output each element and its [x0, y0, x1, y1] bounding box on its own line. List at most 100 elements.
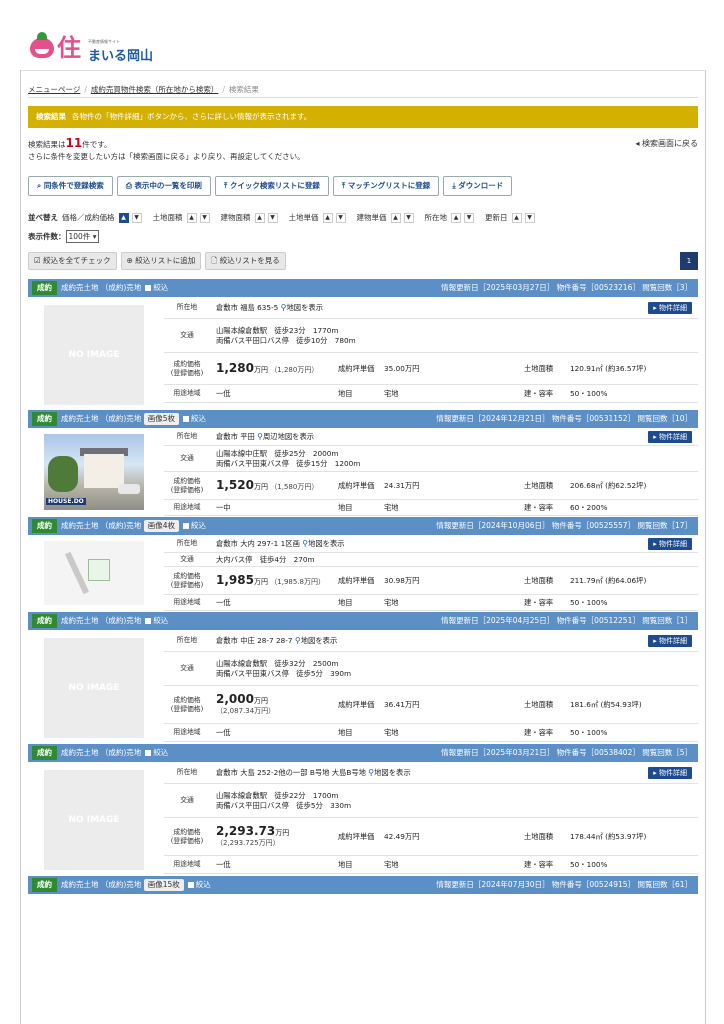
sort-desc-button[interactable]: ▼ — [464, 212, 474, 223]
listing-header: 成約 成約売土地 （成約)売地 絞込 情報更新日［2025年03月27日］ 物件番号… — [28, 279, 698, 297]
add-to-list-button[interactable]: ⊕ 絞込リストに追加 — [120, 252, 202, 270]
sort-label: 並べ替え — [28, 213, 58, 222]
sort-bar: 並べ替え 価格／成約価格 ▲ ▼ 土地面積 ▲ ▼ 建物面積 ▲ ▼ 土地単価 ▲ ▼ 建物単価… — [28, 212, 546, 223]
listing-card: 成約 成約売土地 （成約)売地 画像15枚 絞込 情報更新日［2024年07月30日… — [28, 876, 698, 894]
download-button[interactable]: ⤓ ダウンロード — [443, 176, 513, 196]
sort-asc-button[interactable]: ▲ — [186, 212, 197, 223]
result-banner: 検索結果 各物件の「物件詳細」ボタンから、さらに詳しい情報が表示されます。 — [28, 106, 698, 128]
price-value: 2,293.73 — [216, 823, 276, 838]
map-link[interactable]: 地図を表示 — [301, 636, 337, 645]
no-image-placeholder[interactable]: NO IMAGE — [44, 638, 144, 738]
sort-asc-button[interactable]: ▲ — [390, 212, 401, 223]
property-photo[interactable]: HOUSE.DO — [44, 434, 144, 510]
price-value: 1,520 — [216, 477, 254, 492]
location-value: 倉敷市 平田 — [216, 431, 255, 441]
listing-header: 成約 成約売土地 （成約)売地 画像4枚 絞込 情報更新日［2024年10月06日］… — [28, 517, 698, 535]
view-list-button[interactable]: 🗋 絞込リストを見る — [205, 252, 286, 270]
price-value: 1,280 — [216, 360, 254, 375]
narrow-checkbox[interactable] — [145, 285, 152, 291]
property-detail-button[interactable]: ▸ 物件詳細 — [648, 537, 692, 550]
listing-card: 成約 成約売土地 （成約)売地 画像4枚 絞込 情報更新日［2024年10月06日］… — [28, 517, 698, 613]
listing-card: 成約 成約売土地 （成約)売地 絞込 情報更新日［2025年04月25日］ 物件番号… — [28, 612, 698, 760]
listing-card: 成約 成約売土地 （成約)売地 絞込 情報更新日［2025年03月21日］ 物件番号… — [28, 744, 698, 892]
listing-meta: 情報更新日［2025年03月27日］ 物件番号［00523216］ 閲覧回数［3… — [441, 283, 692, 292]
sort-asc-button[interactable]: ▲ — [451, 212, 461, 223]
status-badge: 成約 — [32, 614, 57, 628]
sort-asc-button[interactable]: ▲ — [254, 212, 265, 223]
map-link[interactable]: 地図を表示 — [287, 303, 323, 312]
narrow-checkbox[interactable] — [145, 750, 152, 756]
status-badge: 成約 — [32, 746, 57, 760]
status-badge: 成約 — [32, 878, 57, 892]
no-image-placeholder[interactable]: NO IMAGE — [44, 770, 144, 870]
location-value: 倉敷市 中庄 28-7 28-7 — [216, 635, 293, 645]
listing-header: 成約 成約売土地 （成約)売地 絞込 情報更新日［2025年03月21日］ 物件番号… — [28, 744, 698, 762]
image-count-badge: 画像5枚 — [143, 413, 179, 425]
narrow-checkbox[interactable] — [187, 882, 194, 888]
listing-meta: 情報更新日［2024年10月06日］ 物件番号［00525557］ 閲覧回数［1… — [436, 521, 692, 530]
search-icon: ⌕ — [37, 181, 44, 190]
sort-desc-button[interactable]: ▼ — [199, 212, 210, 223]
action-toolbar: ⌕ 同条件で登録検索 ⎙ 表示中の一覧を印刷 ⤒ クイック検索リストに登録 ⤒ … — [28, 176, 513, 196]
logo-name: まいる岡山 — [88, 49, 154, 64]
no-image-placeholder[interactable]: NO IMAGE — [44, 305, 144, 405]
narrow-checkbox[interactable] — [182, 523, 189, 529]
breadcrumb: メニューページ / 成約売買物件検索（所在地から検索） / 検索結果 — [28, 85, 259, 94]
per-page-select[interactable]: 100件 ▾ — [65, 230, 100, 243]
map-link[interactable]: 地図を表示 — [308, 539, 344, 548]
sort-desc-button[interactable]: ▼ — [267, 212, 278, 223]
listing-header: 成約 成約売土地 （成約)売地 絞込 情報更新日［2025年04月25日］ 物件番号… — [28, 612, 698, 630]
price-value: 1,985 — [216, 572, 254, 587]
quick-list-button[interactable]: ⤒ クイック検索リストに登録 — [214, 176, 329, 196]
mascot-icon — [30, 32, 54, 58]
listing-header: 成約 成約売土地 （成約)売地 画像15枚 絞込 情報更新日［2024年07月30日… — [28, 876, 698, 894]
property-detail-button[interactable]: ▸ 物件詳細 — [648, 430, 692, 443]
property-photo[interactable] — [44, 541, 144, 605]
banner-title: 検索結果 — [36, 112, 66, 121]
back-to-search-button[interactable]: ◂ 検索画面に戻る — [635, 138, 698, 149]
per-page: 表示件数： 100件 ▾ — [28, 230, 100, 243]
listing-header: 成約 成約売土地 （成約)売地 画像5枚 絞込 情報更新日［2024年12月21日］… — [28, 410, 698, 428]
location-value: 倉敷市 大島 252-2他の一部 B号地 大島B号地 — [216, 767, 366, 777]
breadcrumb-search-link[interactable]: 成約売買物件検索（所在地から検索） — [91, 85, 219, 94]
status-badge: 成約 — [32, 281, 57, 295]
breadcrumb-home-link[interactable]: メニューページ — [28, 85, 80, 94]
map-link[interactable]: 周辺地図を表示 — [263, 432, 314, 441]
map-link[interactable]: 地図を表示 — [374, 768, 410, 777]
logo-kanji: 住 — [57, 34, 81, 62]
result-count-number: 11 — [65, 136, 83, 150]
property-detail-button[interactable]: ▸ 物件詳細 — [648, 634, 692, 647]
listing-meta: 情報更新日［2025年04月25日］ 物件番号［00512251］ 閲覧回数［1… — [441, 616, 692, 625]
check-all-button[interactable]: ☑ 絞込を全てチェック — [28, 252, 117, 270]
status-badge: 成約 — [32, 412, 57, 426]
sort-desc-button[interactable]: ▼ — [131, 212, 142, 223]
result-note: さらに条件を変更したい方は「検索画面に戻る」より戻り、再設定してください。 — [28, 152, 305, 161]
matching-list-button[interactable]: ⤒ マッチングリストに登録 — [332, 176, 440, 196]
site-logo[interactable]: 住 不動産情報サイト まいる岡山 — [30, 32, 160, 64]
photo-brand: HOUSE.DO — [46, 498, 86, 505]
location-value: 倉敷市 大内 297-1 1区画 — [216, 538, 300, 548]
sort-asc-button[interactable]: ▲ — [322, 212, 333, 223]
location-value: 倉敷市 福島 635-5 — [216, 302, 279, 312]
listing-meta: 情報更新日［2025年03月21日］ 物件番号［00538402］ 閲覧回数［5… — [441, 748, 692, 757]
property-detail-button[interactable]: ▸ 物件詳細 — [648, 301, 692, 314]
sort-desc-button[interactable]: ▼ — [335, 212, 346, 223]
result-count: 検索結果は11件です。 さらに条件を変更したい方は「検索画面に戻る」より戻り、再… — [28, 136, 305, 161]
listing-meta: 情報更新日［2024年07月30日］ 物件番号［00524915］ 閲覧回数［6… — [436, 880, 692, 889]
narrow-checkbox[interactable] — [145, 618, 152, 624]
image-count-badge: 画像15枚 — [143, 879, 184, 891]
print-list-button[interactable]: ⎙ 表示中の一覧を印刷 — [116, 176, 211, 196]
listing-card: 成約 成約売土地 （成約)売地 絞込 情報更新日［2025年03月27日］ 物件番号… — [28, 279, 698, 427]
sort-asc-button[interactable]: ▲ — [118, 212, 129, 223]
list-tools: ☑ 絞込を全てチェック ⊕ 絞込リストに追加 🗋 絞込リストを見る — [28, 252, 286, 270]
sort-desc-button[interactable]: ▼ — [403, 212, 414, 223]
narrow-checkbox[interactable] — [182, 416, 189, 422]
save-condition-button[interactable]: ⌕ 同条件で登録検索 — [28, 176, 113, 196]
breadcrumb-current: 検索結果 — [228, 85, 259, 94]
pagination-page[interactable]: 1 — [680, 252, 698, 270]
site-plan-image — [44, 541, 144, 605]
status-badge: 成約 — [32, 519, 57, 533]
sort-asc-button[interactable]: ▲ — [511, 212, 522, 223]
property-detail-button[interactable]: ▸ 物件詳細 — [648, 766, 692, 779]
sort-desc-button[interactable]: ▼ — [524, 212, 535, 223]
